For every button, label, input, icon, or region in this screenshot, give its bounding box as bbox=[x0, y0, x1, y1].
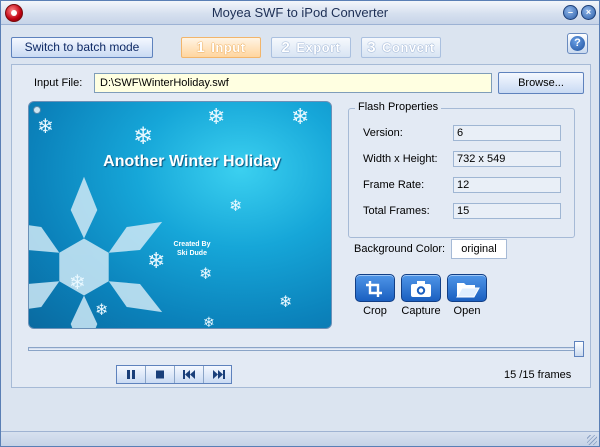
snowflake-icon: ❄ bbox=[207, 104, 226, 129]
snowflake-icon: ❄ bbox=[37, 116, 54, 138]
capture-button[interactable] bbox=[401, 274, 441, 302]
snowflake-icon: ❄ bbox=[199, 266, 213, 283]
snowflake-icon: ❄ bbox=[95, 302, 109, 319]
stop-button[interactable] bbox=[146, 366, 175, 383]
snowflake-icon: ❄ bbox=[229, 198, 243, 215]
close-button[interactable]: × bbox=[581, 5, 596, 20]
step-convert-tab[interactable]: 3 Convert bbox=[361, 37, 441, 58]
background-color-label: Background Color: bbox=[354, 243, 446, 255]
dimensions-value: 732 x 549 bbox=[453, 151, 561, 167]
frame-rate-value: 12 bbox=[453, 177, 561, 193]
pause-button[interactable] bbox=[117, 366, 146, 383]
help-icon: ? bbox=[570, 36, 585, 51]
credit-line: Created By bbox=[173, 241, 211, 248]
input-file-label: Input File: bbox=[34, 77, 83, 89]
preview-credit-text: Created By Ski Dude bbox=[157, 240, 227, 258]
status-bar bbox=[1, 431, 599, 446]
total-frames-label: Total Frames: bbox=[363, 205, 430, 217]
input-file-field[interactable]: D:\SWF\WinterHoliday.swf bbox=[94, 73, 492, 93]
window-title: Moyea SWF to iPod Converter bbox=[211, 5, 389, 20]
step-export-tab[interactable]: 2 Export bbox=[271, 37, 351, 58]
flash-properties-title: Flash Properties bbox=[355, 101, 442, 113]
frame-slider[interactable] bbox=[28, 341, 584, 357]
preview-title-text: Another Winter Holiday bbox=[103, 153, 281, 170]
switch-batch-mode-button[interactable]: Switch to batch mode bbox=[11, 37, 153, 58]
camera-icon bbox=[411, 281, 431, 297]
capture-label: Capture bbox=[401, 305, 441, 317]
step-input-tab[interactable]: 1 Input bbox=[181, 37, 261, 58]
slider-track[interactable] bbox=[28, 347, 578, 351]
step-number: 3 bbox=[367, 39, 377, 56]
stop-icon bbox=[156, 370, 164, 379]
total-frames-value: 15 bbox=[453, 203, 561, 219]
rewind-button[interactable] bbox=[175, 366, 204, 383]
version-label: Version: bbox=[363, 127, 403, 139]
step-number: 1 bbox=[196, 39, 206, 56]
fast-forward-icon bbox=[213, 370, 225, 379]
step-number: 2 bbox=[281, 39, 291, 56]
minimize-button[interactable]: – bbox=[563, 5, 578, 20]
crop-label: Crop bbox=[363, 305, 387, 317]
preview-corner-dot bbox=[33, 106, 41, 114]
step-label: Export bbox=[296, 40, 341, 55]
snowflake-icon: ❄ bbox=[133, 123, 154, 150]
step-label: Convert bbox=[382, 40, 435, 55]
rewind-icon bbox=[183, 370, 195, 379]
snowflake-icon: ❄ bbox=[203, 314, 215, 329]
browse-button[interactable]: Browse... bbox=[498, 72, 584, 94]
snowflake-icon: ❄ bbox=[279, 294, 293, 311]
dimensions-label: Width x Height: bbox=[363, 153, 438, 165]
slider-thumb[interactable] bbox=[574, 341, 584, 357]
credit-line: Ski Dude bbox=[177, 250, 207, 257]
title-bar[interactable]: Moyea SWF to iPod Converter – × bbox=[1, 1, 599, 25]
version-value: 6 bbox=[453, 125, 561, 141]
step-label: Input bbox=[211, 40, 246, 55]
folder-open-icon bbox=[456, 283, 480, 298]
frame-rate-label: Frame Rate: bbox=[363, 179, 425, 191]
app-window: Moyea SWF to iPod Converter – × Switch t… bbox=[0, 0, 600, 447]
pause-icon bbox=[127, 370, 135, 379]
background-color-swatch[interactable]: original bbox=[451, 239, 507, 259]
frame-counter: 15 /15 frames bbox=[504, 369, 572, 381]
open-button[interactable] bbox=[447, 274, 487, 302]
resize-grip[interactable] bbox=[587, 435, 597, 445]
flash-properties-group: Flash Properties Version: 6 Width x Heig… bbox=[348, 101, 575, 238]
snowflake-icon: ❄ bbox=[291, 104, 310, 129]
toolbar: Switch to batch mode 1 Input 2 Export 3 Con… bbox=[1, 26, 599, 64]
crop-icon bbox=[366, 281, 382, 297]
open-label: Open bbox=[453, 305, 481, 317]
snowflake-icon: ❄ bbox=[69, 272, 86, 294]
playback-controls bbox=[116, 365, 232, 384]
help-button[interactable]: ? bbox=[567, 33, 588, 54]
crop-button[interactable] bbox=[355, 274, 395, 302]
input-panel: Input File: D:\SWF\WinterHoliday.swf Bro… bbox=[11, 64, 591, 388]
flash-preview: ❄ ❄ ❄ ❄ ❄ ❄ ❄ ❄ ❄ ❄ ❄ Another Winter Hol… bbox=[28, 101, 332, 329]
forward-button[interactable] bbox=[204, 366, 233, 383]
